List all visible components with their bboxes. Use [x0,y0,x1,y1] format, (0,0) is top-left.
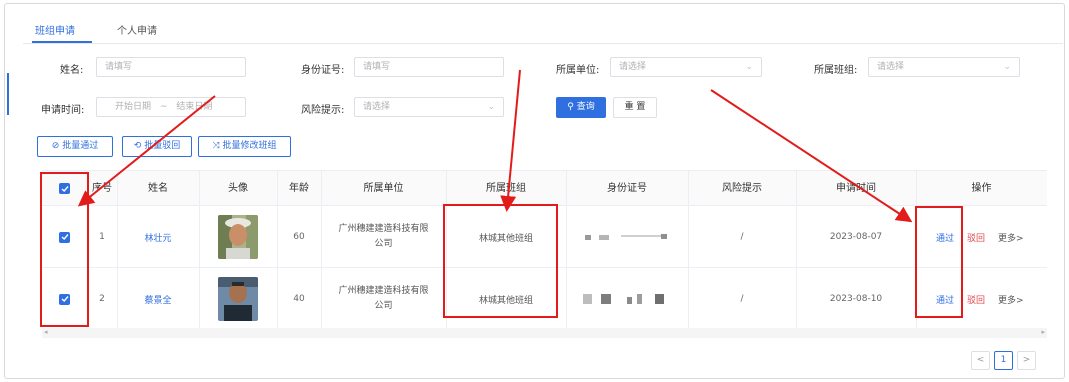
chevron-down-icon: ⌄ [745,62,753,72]
col-age: 年龄 [289,183,309,194]
batch-approve-button[interactable]: ⊘ 批量通过 [37,136,113,157]
avatar[interactable] [218,277,258,321]
row-name-link[interactable]: 林壮元 [117,206,199,268]
column-divider [688,171,689,330]
row-checkbox[interactable] [59,231,70,243]
apply-time-label: 申请时间: [41,105,85,116]
column-divider [916,171,917,330]
row-age: 40 [293,294,305,304]
avatar[interactable] [218,215,258,259]
risk-select[interactable]: 请选择 ⌄ [354,97,504,117]
col-risk: 风险提示 [722,183,762,194]
row-id-number-masked [566,206,688,268]
col-apply-time: 申请时间 [836,183,876,194]
col-team: 所属班组 [486,183,526,194]
row-select-cell[interactable] [42,206,87,268]
unit-label: 所属单位: [556,65,600,76]
row-age: 60 [293,232,305,242]
row-checkbox[interactable] [59,293,70,305]
application-table: 序号 姓名 头像 年龄 所属单位 所属班组 身份证号 风险提示 申请时间 操作 … [42,170,1047,330]
side-accent-bar [7,73,9,115]
row-apply-time: 2023-08-07 [829,232,883,242]
horizontal-scrollbar[interactable]: ◂ ▸ [42,328,1047,338]
tab-personal-application[interactable]: 个人申请 [117,22,157,37]
select-all-checkbox[interactable] [59,183,70,194]
scroll-right-icon[interactable]: ▸ [1041,328,1045,336]
select-all-cell[interactable] [42,171,87,206]
table-row: 2 蔡景全 40 广州穗建建造科技有限 公司 林城其他班组 / 2023-08-… [42,268,1047,330]
more-link[interactable]: 更多> [998,231,1024,244]
row-risk: / [740,294,744,304]
undo-icon: ⟲ [133,141,142,151]
chevron-down-icon: ⌄ [487,102,495,112]
column-divider [199,171,200,330]
batch-reject-button[interactable]: ⟲ 批量驳回 [122,136,192,157]
next-page-button[interactable]: > [1017,351,1036,370]
name-input[interactable]: 请填写 [96,57,246,77]
row-avatar-cell [199,206,277,268]
column-divider [87,171,88,330]
active-tab-indicator [32,41,92,43]
prev-page-button[interactable]: < [971,351,990,370]
tab-team-application[interactable]: 班组申请 [35,22,75,37]
row-team: 林城其他班组 [478,233,533,244]
col-unit: 所属单位 [363,183,404,194]
id-number-input[interactable]: 请填写 [354,57,504,77]
row-select-cell[interactable] [42,268,87,330]
row-actions: 通过 驳回 更多> [916,268,1047,330]
chevron-down-icon: ⌄ [1003,62,1011,72]
main-panel: 班组申请 个人申请 姓名: 请填写 身份证号: 请填写 所属单位: 请选择 ⌄ 所… [4,3,1065,379]
search-icon: ⚲ [567,102,574,112]
date-range-separator: ~ [159,102,168,112]
row-unit: 广州穗建建造科技有限 公司 [338,224,429,249]
column-divider [117,171,118,330]
shuffle-icon: ⤨ [212,141,220,151]
col-avatar: 头像 [228,183,248,194]
column-divider [566,171,567,330]
page-1-button[interactable]: 1 [994,351,1013,370]
table-row: 1 林壮元 60 广州穗建建造科技有限 公司 林城其他班组 / 2023-08-… [42,206,1047,268]
reject-link[interactable]: 驳回 [967,231,985,244]
check-circle-icon: ⊘ [51,141,60,151]
row-name-link[interactable]: 蔡景全 [117,268,199,330]
row-avatar-cell [199,268,277,330]
row-index: 2 [99,294,105,304]
col-index: 序号 [92,183,112,194]
name-label: 姓名: [60,65,84,76]
reject-link[interactable]: 驳回 [967,293,985,306]
row-actions: 通过 驳回 更多> [916,206,1047,268]
row-id-number-masked [566,268,688,330]
risk-label: 风险提示: [301,105,345,116]
id-number-label: 身份证号: [301,65,345,76]
team-select[interactable]: 请选择 ⌄ [868,57,1020,77]
more-link[interactable]: 更多> [998,293,1024,306]
date-range-picker[interactable]: 开始日期 ~ 结束日期 [96,97,246,117]
col-name: 姓名 [148,183,168,194]
row-index: 1 [99,232,105,242]
row-risk: / [740,232,744,242]
approve-link[interactable]: 通过 [936,231,954,244]
tab-bar: 班组申请 个人申请 [23,14,1063,44]
row-apply-time: 2023-08-10 [829,294,883,304]
column-divider [446,171,447,330]
column-divider [277,171,278,330]
scroll-left-icon[interactable]: ◂ [44,328,48,336]
batch-change-team-button[interactable]: ⤨ 批量修改班组 [198,136,291,157]
row-team: 林城其他班组 [478,295,533,306]
table-header: 序号 姓名 头像 年龄 所属单位 所属班组 身份证号 风险提示 申请时间 操作 [42,171,1047,206]
column-divider [796,171,797,330]
approve-link[interactable]: 通过 [936,293,954,306]
col-id-number: 身份证号 [607,183,647,194]
col-actions: 操作 [971,183,992,194]
unit-select[interactable]: 请选择 ⌄ [610,57,762,77]
row-unit: 广州穗建建造科技有限 公司 [338,286,429,311]
search-button[interactable]: ⚲ 查询 [556,97,606,118]
end-date-placeholder: 结束日期 [176,102,213,112]
team-label: 所属班组: [814,65,858,76]
reset-button[interactable]: 重 置 [613,97,657,118]
start-date-placeholder: 开始日期 [115,102,152,112]
column-divider [321,171,322,330]
